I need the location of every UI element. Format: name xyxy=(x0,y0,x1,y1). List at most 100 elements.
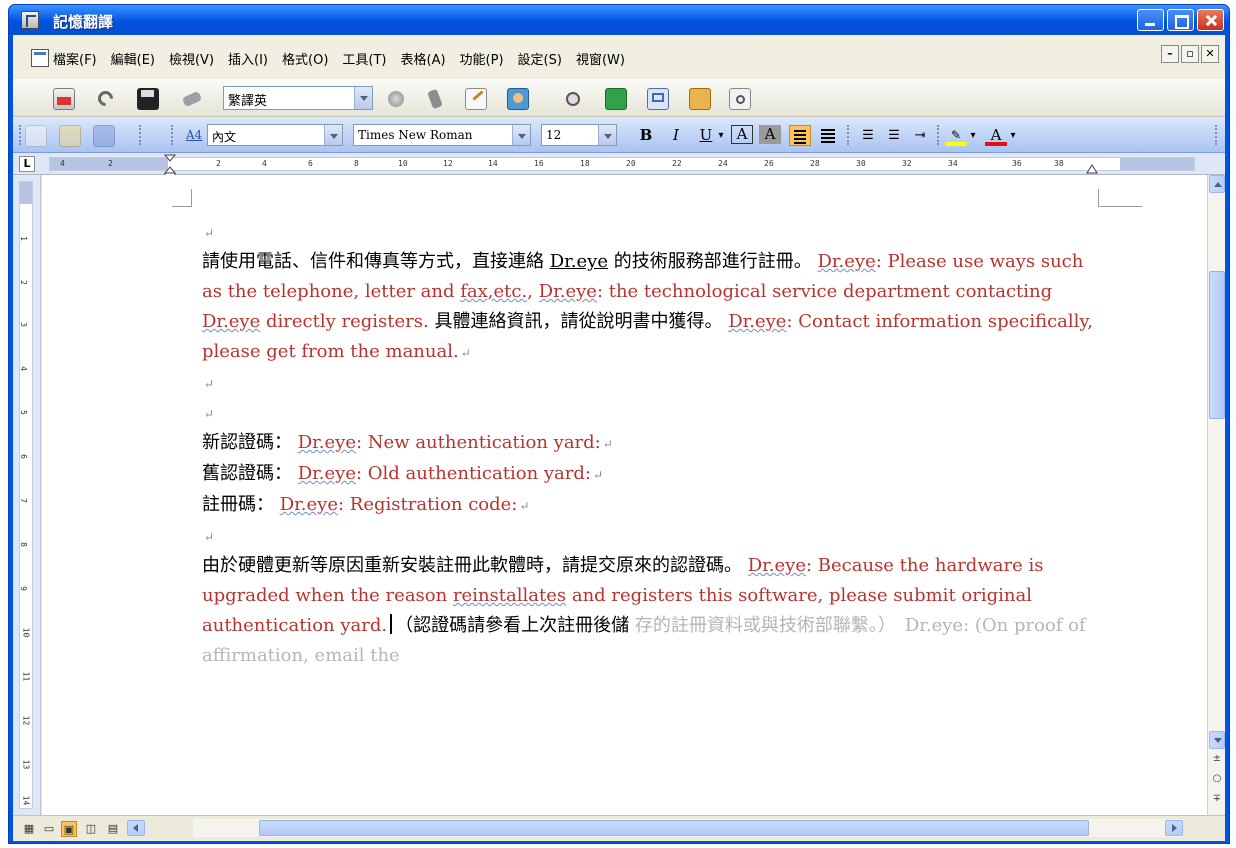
horizontal-scroll-thumb[interactable] xyxy=(259,820,1089,836)
ruler-tick: 12 xyxy=(443,159,453,168)
translation-tag[interactable]: Dr.eye xyxy=(202,311,260,332)
highlight-dropdown-icon[interactable]: ▾ xyxy=(967,125,979,146)
horizontal-ruler[interactable]: 4 2 2 4 6 8 10 12 14 16 18 20 22 24 26 2… xyxy=(49,154,1195,178)
char-border-button[interactable]: A xyxy=(731,125,753,144)
normal-view-icon[interactable]: ▦ xyxy=(21,821,37,837)
char-shading-button[interactable]: A xyxy=(759,125,781,144)
previous-page-icon[interactable]: ± xyxy=(1211,753,1223,769)
document-body[interactable]: ↵ 請使用電話、信件和傳真等方式，直接連絡 Dr.eye 的技術服務部進行註冊。… xyxy=(202,217,1102,671)
menu-view[interactable]: 檢視(V) xyxy=(169,49,214,68)
align-justify-button[interactable] xyxy=(817,125,839,146)
document-icon[interactable] xyxy=(31,49,49,67)
toolbar-grip-right[interactable] xyxy=(1215,125,1218,145)
settings-doc-icon[interactable] xyxy=(729,88,751,110)
style-icon[interactable]: A4 xyxy=(183,125,205,146)
menu-window[interactable]: 視窗(W) xyxy=(576,49,625,68)
scroll-right-button[interactable] xyxy=(1165,820,1183,836)
document-area[interactable]: ↵ 請使用電話、信件和傳真等方式，直接連絡 Dr.eye 的技術服務部進行註冊。… xyxy=(42,175,1207,815)
bold-button[interactable]: B xyxy=(635,125,657,146)
doc-close-button[interactable]: ✕ xyxy=(1201,45,1219,63)
new-doc-icon[interactable] xyxy=(53,88,75,110)
horizontal-scrollbar[interactable] xyxy=(193,819,1183,837)
scroll-up-button[interactable] xyxy=(1209,175,1225,193)
translation-tag[interactable]: Dr.eye xyxy=(539,281,597,302)
print-view-icon[interactable]: ▣ xyxy=(61,821,77,837)
menu-file[interactable]: 檔案(F) xyxy=(53,49,97,68)
scroll-down-button[interactable] xyxy=(1209,731,1225,749)
size-combo[interactable]: 12 xyxy=(541,124,617,146)
green-book-icon[interactable] xyxy=(605,88,627,110)
language-combo[interactable]: 繁譯英 xyxy=(223,86,373,110)
scan-icon[interactable] xyxy=(181,88,203,110)
scroll-left-button[interactable] xyxy=(127,820,145,836)
menu-edit[interactable]: 編輯(E) xyxy=(111,49,155,68)
next-page-icon[interactable]: ∓ xyxy=(1211,793,1223,809)
font-value: Times New Roman xyxy=(358,128,473,142)
font-combo[interactable]: Times New Roman xyxy=(353,124,531,146)
scroll-thumb[interactable] xyxy=(1209,271,1225,419)
translate-icon[interactable] xyxy=(385,88,407,110)
open-folder-icon[interactable] xyxy=(59,125,81,147)
title-bar[interactable]: 記憶翻譯 xyxy=(9,5,1229,35)
save-icon[interactable] xyxy=(137,88,159,110)
translation-tag[interactable]: Dr.eye xyxy=(298,463,356,484)
doc-minimize-button[interactable]: – xyxy=(1161,45,1179,63)
menu-settings[interactable]: 設定(S) xyxy=(518,49,562,68)
style-combo[interactable]: 內文 xyxy=(207,124,343,146)
save-disk-icon[interactable] xyxy=(93,125,115,147)
attach-icon[interactable] xyxy=(94,87,117,110)
reading-view-icon[interactable]: ▤ xyxy=(105,821,121,837)
menu-table[interactable]: 表格(A) xyxy=(401,49,446,68)
font-color-button[interactable]: A xyxy=(985,125,1007,146)
minimize-button[interactable] xyxy=(1137,9,1164,31)
paragraph-mark: ↵ xyxy=(204,377,215,391)
user-card-icon[interactable] xyxy=(507,88,529,110)
maximize-button[interactable] xyxy=(1167,9,1194,31)
new-file-icon[interactable] xyxy=(25,125,47,147)
first-line-indent-marker[interactable] xyxy=(163,154,177,178)
bullet-list-icon[interactable]: ☰ xyxy=(883,125,905,146)
translation-tag[interactable]: Dr.eye xyxy=(748,555,806,576)
vruler-tick: 12 xyxy=(21,715,31,726)
translation-tag[interactable]: Dr.eye xyxy=(280,494,338,515)
tab-selector[interactable]: L xyxy=(19,156,35,172)
toolbar-grip-2[interactable] xyxy=(171,125,174,145)
menu-tools[interactable]: 工具(T) xyxy=(342,49,386,68)
vertical-scrollbar[interactable]: ± ○ ∓ xyxy=(1207,175,1225,815)
toolbar-grip[interactable] xyxy=(19,125,22,145)
chevron-down-icon[interactable] xyxy=(598,125,616,145)
web-view-icon[interactable]: ▭ xyxy=(41,821,57,837)
ruler-row: L 4 2 2 4 6 8 10 12 14 16 18 20 22 24 26… xyxy=(13,153,1225,178)
chevron-down-icon[interactable] xyxy=(354,87,372,109)
align-left-button[interactable] xyxy=(789,125,811,146)
menu-insert[interactable]: 插入(I) xyxy=(228,49,268,68)
underline-button[interactable]: U xyxy=(695,125,717,146)
close-button[interactable] xyxy=(1197,9,1224,31)
note-icon[interactable] xyxy=(689,88,711,110)
vertical-ruler[interactable]: 1 2 3 4 5 6 7 8 9 10 11 12 13 14 xyxy=(13,175,41,815)
ruler-tick: 34 xyxy=(948,159,958,168)
speaker-icon[interactable] xyxy=(563,88,585,110)
translation-tag[interactable]: Dr.eye xyxy=(298,432,356,453)
underline-dropdown-icon[interactable]: ▾ xyxy=(715,125,727,146)
font-color-dropdown-icon[interactable]: ▾ xyxy=(1007,125,1019,146)
numbered-list-icon[interactable]: ☰ xyxy=(857,125,879,146)
p1-chinese-1: 請使用電話、信件和傳真等方式，直接連絡 xyxy=(202,251,550,272)
outline-view-icon[interactable]: ◫ xyxy=(83,821,99,837)
indent-icon[interactable]: ⇥ xyxy=(909,125,931,146)
translation-tag[interactable]: Dr.eye xyxy=(817,251,875,272)
italic-button[interactable]: I xyxy=(665,125,687,146)
doc-restore-button[interactable]: ▫ xyxy=(1181,45,1199,63)
highlight-icon[interactable]: ✎ xyxy=(945,125,967,146)
edit-note-icon[interactable] xyxy=(465,88,487,110)
menu-functions[interactable]: 功能(P) xyxy=(460,49,504,68)
app-icon[interactable] xyxy=(21,11,39,29)
brush-icon[interactable] xyxy=(425,88,447,110)
window-icon[interactable] xyxy=(647,88,669,110)
toolbar-separator xyxy=(937,125,940,145)
translation-tag[interactable]: Dr.eye xyxy=(728,311,786,332)
chevron-down-icon[interactable] xyxy=(324,125,342,145)
browse-object-icon[interactable]: ○ xyxy=(1211,773,1223,789)
chevron-down-icon[interactable] xyxy=(512,125,530,145)
menu-format[interactable]: 格式(O) xyxy=(282,49,328,68)
